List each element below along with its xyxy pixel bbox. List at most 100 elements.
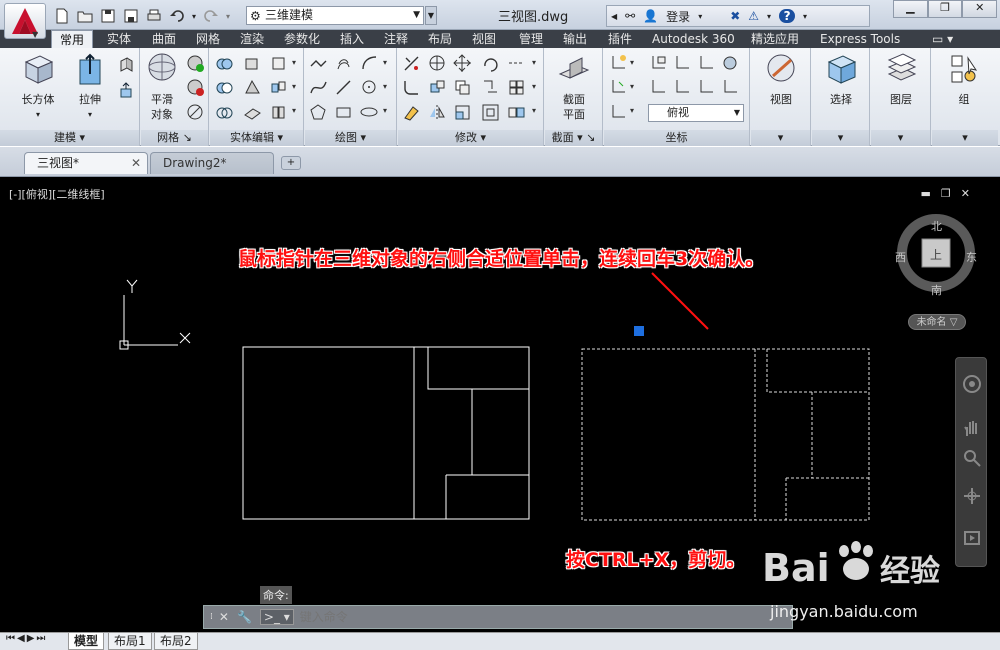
new-file-icon[interactable] bbox=[52, 7, 72, 25]
panel-title-section[interactable]: 截面 ▾ ↘ bbox=[545, 130, 602, 146]
open-folder-icon[interactable] bbox=[75, 7, 95, 25]
extrude-button[interactable]: 拉伸 ▾ bbox=[68, 52, 112, 122]
qat-customize-button[interactable]: ▼ bbox=[425, 6, 437, 25]
ribbon-minimize-toggle[interactable]: ▭ ▾ bbox=[932, 30, 953, 48]
rectangle-icon[interactable] bbox=[333, 102, 352, 121]
login-link[interactable]: 登录 bbox=[666, 8, 690, 25]
panel-title-selection[interactable]: ▾ bbox=[812, 130, 869, 146]
close-button[interactable]: ✕ bbox=[962, 0, 998, 18]
tab-solid[interactable]: 实体 bbox=[107, 30, 131, 48]
tab-view[interactable]: 视图 bbox=[472, 30, 496, 48]
polyline-icon[interactable] bbox=[308, 53, 327, 72]
panel-title-solid-editing[interactable]: 实体编辑 ▾ bbox=[210, 130, 303, 146]
dropdown-icon[interactable]: ▾ bbox=[292, 58, 296, 67]
steering-wheel-icon[interactable] bbox=[962, 374, 982, 394]
ucs-y-icon[interactable] bbox=[696, 53, 715, 72]
panel-title-groups[interactable]: ▾ bbox=[932, 130, 998, 146]
viewcube[interactable]: 北 南 东 西 上 bbox=[895, 212, 977, 297]
copy-icon[interactable] bbox=[452, 77, 471, 96]
help-dropdown-icon[interactable]: ▾ bbox=[803, 12, 807, 21]
subtract-icon[interactable] bbox=[214, 77, 233, 96]
trim-icon[interactable] bbox=[401, 53, 420, 72]
panel-title-layers[interactable]: ▾ bbox=[871, 130, 930, 146]
tab-mesh[interactable]: 网格 bbox=[196, 30, 220, 48]
more-dropdown-icon[interactable]: ▾ bbox=[767, 12, 771, 21]
ucs-origin-icon[interactable] bbox=[608, 102, 627, 121]
panel-title-coordinates[interactable]: 坐标 bbox=[604, 130, 749, 146]
ucs-icon[interactable] bbox=[608, 53, 627, 72]
close-icon[interactable]: ✕ bbox=[219, 610, 229, 624]
tab-render[interactable]: 渲染 bbox=[240, 30, 264, 48]
tab-autodesk360[interactable]: Autodesk 360 bbox=[652, 30, 735, 48]
dropdown-icon[interactable]: ▾ bbox=[292, 106, 296, 115]
orbit-icon[interactable] bbox=[962, 486, 982, 506]
panel-title-modify[interactable]: 修改 ▾ bbox=[398, 130, 543, 146]
close-icon[interactable]: ✕ bbox=[131, 153, 141, 173]
polysolid-icon[interactable] bbox=[116, 54, 135, 73]
ucs-z-icon[interactable] bbox=[648, 77, 667, 96]
extrude-faces-icon[interactable] bbox=[268, 53, 287, 72]
ucs-object-icon[interactable] bbox=[696, 77, 715, 96]
ucs-view-icon[interactable] bbox=[720, 77, 739, 96]
offset-icon[interactable] bbox=[480, 102, 499, 121]
dropdown-icon[interactable]: ▾ bbox=[292, 82, 296, 91]
tab-parametric[interactable]: 参数化 bbox=[284, 30, 320, 48]
dropdown-icon[interactable]: ▾ bbox=[383, 106, 387, 115]
view-select[interactable]: 俯视 ▼ bbox=[648, 104, 744, 122]
thicken-icon[interactable] bbox=[242, 102, 261, 121]
workspace-select[interactable]: ⚙ 三维建模 ▼ bbox=[246, 6, 424, 25]
layout-tab-model[interactable]: 模型 bbox=[68, 633, 105, 650]
showmotion-icon[interactable] bbox=[962, 528, 982, 548]
view-button[interactable]: 视图 bbox=[759, 52, 803, 107]
save-as-icon[interactable] bbox=[121, 7, 141, 25]
intersect-icon[interactable] bbox=[214, 102, 233, 121]
undo-dropdown-icon[interactable]: ▾ bbox=[190, 7, 198, 25]
dropdown-icon[interactable]: ▾ bbox=[383, 58, 387, 67]
dropdown-icon[interactable]: ▾ bbox=[532, 106, 536, 115]
mesh-refine-icon[interactable] bbox=[185, 102, 204, 121]
wrench-icon[interactable]: 🔧 bbox=[237, 610, 252, 624]
extract-edges-icon[interactable] bbox=[242, 53, 261, 72]
shell-icon[interactable] bbox=[268, 102, 287, 121]
helix-icon[interactable] bbox=[333, 53, 352, 72]
3d-move-icon[interactable] bbox=[427, 53, 446, 72]
print-icon[interactable] bbox=[144, 7, 164, 25]
drawing-area[interactable]: [-][俯视][二维线框] ▬ ❐ ✕ 北 南 东 西 上 未命名 ▽ 命令: … bbox=[0, 177, 1000, 632]
box-button[interactable]: 长方体 ▾ bbox=[10, 52, 66, 122]
user-icon[interactable]: 👤 bbox=[643, 9, 658, 23]
grip-handle-icon[interactable]: ⁞ bbox=[210, 612, 213, 622]
command-input[interactable] bbox=[299, 607, 792, 627]
save-icon[interactable] bbox=[98, 7, 118, 25]
maximize-button[interactable]: ❐ bbox=[927, 0, 963, 18]
mesh-smooth-more-icon[interactable] bbox=[185, 53, 204, 72]
application-menu-button[interactable]: ▼ bbox=[4, 3, 46, 39]
layers-button[interactable]: 图层 bbox=[879, 52, 923, 107]
dropdown-icon[interactable]: ▾ bbox=[532, 58, 536, 67]
command-prompt-icon[interactable]: >_ ▾ bbox=[259, 609, 294, 625]
help-icon[interactable]: ? bbox=[779, 9, 796, 23]
tab-navigation-arrows-icon[interactable]: ⏮◀▶⏭ bbox=[6, 633, 47, 644]
layout-tab-layout1[interactable]: 布局1 bbox=[108, 633, 152, 650]
stretch-icon[interactable] bbox=[480, 77, 499, 96]
ucs-world-icon[interactable] bbox=[608, 77, 627, 96]
tab-layout[interactable]: 布局 bbox=[428, 30, 452, 48]
exchange-icon[interactable]: ✖ bbox=[730, 9, 740, 23]
doc-tab-drawing2[interactable]: Drawing2* bbox=[150, 152, 274, 174]
tab-express-tools[interactable]: Express Tools bbox=[820, 30, 900, 48]
arc-icon[interactable] bbox=[359, 53, 378, 72]
pan-hand-icon[interactable] bbox=[962, 418, 982, 438]
dropdown-icon[interactable]: ▾ bbox=[630, 82, 634, 91]
ucs-face-icon[interactable] bbox=[672, 77, 691, 96]
rotate-icon[interactable] bbox=[480, 53, 499, 72]
ucs-icon-settings-icon[interactable] bbox=[720, 53, 739, 72]
slice-icon[interactable] bbox=[242, 77, 261, 96]
spline-icon[interactable] bbox=[308, 77, 327, 96]
dropdown-icon[interactable]: ▾ bbox=[630, 106, 634, 115]
union-icon[interactable] bbox=[214, 53, 233, 72]
viewcube-top-face[interactable]: 上 bbox=[930, 246, 942, 263]
move-icon[interactable] bbox=[452, 53, 471, 72]
selection-button[interactable]: 选择 bbox=[820, 52, 862, 107]
dropdown-icon[interactable]: ▾ bbox=[532, 82, 536, 91]
ucs-x-icon[interactable] bbox=[672, 53, 691, 72]
3d-mirror-icon[interactable] bbox=[427, 102, 446, 121]
